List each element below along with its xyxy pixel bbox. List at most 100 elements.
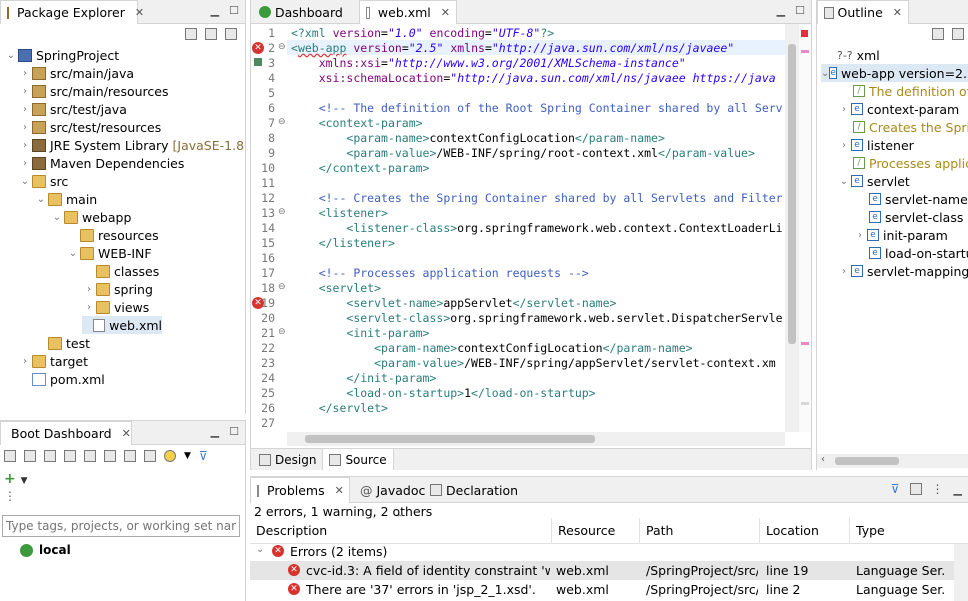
scroll-thumb[interactable] — [835, 457, 899, 465]
chevron-down-icon[interactable]: ⌄ — [18, 176, 32, 187]
chevron-right-icon[interactable]: › — [82, 284, 96, 295]
chevron-down-icon[interactable]: ⌄ — [256, 544, 264, 555]
chevron-down-icon[interactable]: ⌄ — [4, 50, 18, 61]
fold-icon[interactable]: ⊖ — [278, 42, 286, 52]
fold-icon[interactable]: ⊖ — [278, 327, 286, 337]
tree-item-resources[interactable]: resources — [66, 226, 159, 244]
minimize-icon[interactable]: ▁ — [211, 4, 219, 17]
error-line-marker[interactable] — [801, 342, 809, 345]
fold-icon[interactable]: ⊖ — [278, 207, 286, 217]
chevron-right-icon[interactable]: › — [18, 68, 32, 79]
tree-item-views[interactable]: › views — [82, 298, 149, 316]
outline-item-servlet[interactable]: ⌄ e servlet — [837, 172, 910, 190]
table-row[interactable]: ✕ There are '37' errors in 'jsp_2_1.xsd'… — [250, 580, 968, 599]
problems-vertical-scrollbar[interactable] — [954, 544, 968, 601]
tab-package-explorer[interactable]: Package Explorer ✕ — [0, 0, 144, 24]
chevron-right-icon[interactable]: › — [18, 356, 32, 367]
tab-design[interactable]: Design — [255, 449, 320, 470]
refresh-icon[interactable] — [64, 450, 76, 462]
outline-item-context-param[interactable]: › e context-param — [837, 100, 959, 118]
tree-item-src-test-resources[interactable]: › src/test/resources — [18, 118, 161, 136]
error-line-marker[interactable] — [801, 50, 809, 53]
close-icon[interactable]: ✕ — [335, 484, 344, 497]
view-menu-icon[interactable] — [952, 28, 964, 40]
outline-item-init-param[interactable]: › e init-param — [853, 226, 948, 244]
table-row[interactable]: ✕ cvc-id.3: A field of identity constrai… — [250, 561, 968, 580]
tab-source[interactable]: Source — [322, 449, 394, 470]
stop-icon[interactable] — [44, 450, 56, 462]
more-icon[interactable]: ⋮ — [932, 482, 944, 496]
chevron-right-icon[interactable]: › — [18, 122, 32, 133]
tree-item-src-main-java[interactable]: › src/main/java — [18, 64, 134, 82]
column-location[interactable]: Location — [760, 518, 850, 544]
tab-web-xml[interactable]: web.xml ✕ — [359, 0, 457, 24]
properties-icon[interactable] — [144, 450, 156, 462]
chevron-down-icon[interactable]: ⌄ — [837, 176, 851, 187]
tree-item-springproject[interactable]: ⌄ SpringProject — [4, 46, 119, 64]
add-icon[interactable]: + ▼ — [4, 471, 28, 487]
tab-boot-dashboard[interactable]: Boot Dashboard ✕ — [0, 421, 132, 445]
tree-item-webapp[interactable]: ⌄ webapp — [50, 208, 132, 226]
chevron-down-icon[interactable]: ⌄ — [66, 248, 80, 259]
chevron-right-icon[interactable]: › — [18, 140, 32, 151]
outline-item-web-app[interactable]: ⌄ e web-app version=2.5 — [821, 64, 968, 82]
console-icon[interactable] — [84, 450, 96, 462]
close-icon[interactable]: ✕ — [441, 6, 450, 19]
tree-item-pom-xml[interactable]: pom.xml — [18, 370, 105, 388]
maximize-icon[interactable]: ☐ — [795, 4, 805, 17]
close-icon[interactable]: ✕ — [893, 6, 902, 19]
problems-group-errors[interactable]: ⌄ ✕ Errors (2 items) — [250, 542, 968, 561]
chevron-right-icon[interactable]: › — [18, 104, 32, 115]
tree-item-main[interactable]: ⌄ main — [34, 190, 97, 208]
tree-item-src-main-resources[interactable]: › src/main/resources — [18, 82, 168, 100]
close-icon[interactable]: ✕ — [122, 427, 131, 440]
tree-item-web-xml[interactable]: web.xml — [82, 316, 162, 334]
outline-item-servlet-class[interactable]: eservlet-class : o — [869, 208, 968, 226]
tab-declaration[interactable]: Declaration — [424, 477, 524, 503]
scroll-thumb[interactable] — [788, 44, 796, 344]
column-type[interactable]: Type — [850, 518, 940, 544]
tab-outline[interactable]: Outline ✕ — [817, 0, 909, 24]
tree-item-classes[interactable]: classes — [82, 262, 159, 280]
column-path[interactable]: Path — [640, 518, 760, 544]
chevron-right-icon[interactable]: › — [18, 86, 32, 97]
scroll-thumb[interactable] — [305, 435, 595, 443]
vertical-scrollbar[interactable] — [785, 24, 799, 432]
view-menu-icon[interactable] — [909, 483, 922, 495]
outline-item-listener[interactable]: › e listener — [837, 136, 914, 154]
fold-icon[interactable]: ⊖ — [278, 117, 286, 127]
chevron-right-icon[interactable]: › — [82, 302, 96, 313]
outline-item-comment[interactable]: /Processes applicat — [853, 154, 968, 172]
debug-icon[interactable] — [24, 450, 36, 462]
filter-icon[interactable]: ⊽ — [891, 482, 900, 496]
tree-item-maven-dependencies[interactable]: › Maven Dependencies — [18, 154, 184, 172]
outline-horizontal-scrollbar[interactable]: ‹ — [817, 454, 968, 468]
view-menu-icon[interactable] — [225, 28, 237, 40]
chevron-right-icon[interactable]: › — [853, 230, 867, 241]
chevron-right-icon[interactable]: › — [837, 140, 851, 151]
chevron-down-icon[interactable]: ⌄ — [50, 212, 64, 223]
close-icon[interactable]: ✕ — [135, 6, 144, 19]
chevron-right-icon[interactable]: › — [837, 266, 851, 277]
tree-item-test[interactable]: test — [34, 334, 90, 352]
chevron-right-icon[interactable]: › — [837, 104, 851, 115]
warning-line-marker[interactable] — [801, 402, 809, 405]
horizontal-scrollbar[interactable] — [287, 432, 785, 446]
chevron-right-icon[interactable]: › — [18, 158, 32, 169]
tree-item-src-test-java[interactable]: › src/test/java — [18, 100, 127, 118]
tab-dashboard[interactable]: Dashboard — [253, 0, 357, 24]
outline-item-xml[interactable]: ?-? xml — [837, 46, 880, 64]
start-icon[interactable] — [4, 450, 16, 462]
error-marker-icon[interactable] — [801, 30, 808, 37]
outline-item-comment[interactable]: /Creates the Spring — [853, 118, 968, 136]
filter-icon[interactable]: ⊽ — [199, 449, 208, 463]
more-icon[interactable]: ⋮ — [4, 489, 16, 503]
tree-item-jre-system-library[interactable]: › JRE System Library [JavaSE-1.8] — [18, 136, 245, 154]
chevron-down-icon[interactable]: ⌄ — [821, 68, 829, 79]
dropdown-icon[interactable]: ▼ — [184, 451, 191, 461]
minimize-icon[interactable]: ▁ — [211, 425, 219, 438]
tree-item-src[interactable]: ⌄ src — [18, 172, 68, 190]
tree-item-web-inf[interactable]: ⌄ WEB-INF — [66, 244, 152, 262]
overview-ruler[interactable] — [799, 24, 811, 432]
fold-icon[interactable]: ⊖ — [278, 282, 286, 292]
